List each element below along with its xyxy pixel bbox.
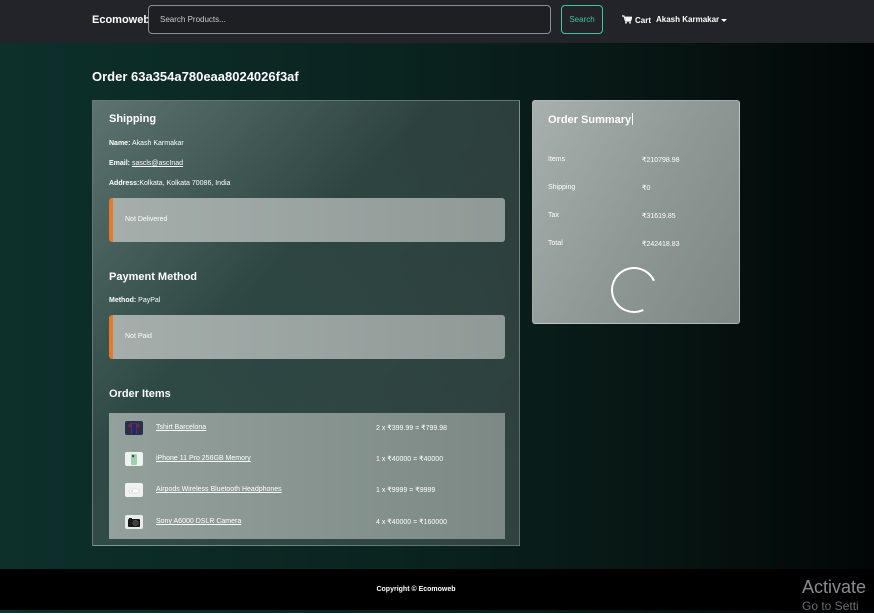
shipping-address: Address:Kolkata, Kolkata 70086, India [109,180,230,187]
activate-windows-watermark: Activate [802,577,867,597]
summary-shipping-label: Shipping [548,184,576,191]
summary-tax-value: ₹31619.85 [642,213,676,220]
email-link[interactable]: sascls@ascInad [132,160,183,167]
payment-status-alert: Not Paid [109,315,505,359]
order-summary-card: Order Summary Items ₹210798.98 Shipping … [532,100,740,324]
item-link[interactable]: Tshirt Barcelona [156,424,206,431]
address-label: Address: [109,180,140,187]
navbar: Ecomoweb Search Cart Akash Karmakar [0,0,874,43]
summary-total-label: Total [548,240,563,247]
summary-total-value: ₹242418.83 [642,241,680,248]
payment-method: Method: PayPal [109,297,160,304]
brand-link[interactable]: Ecomoweb [92,14,150,26]
delivery-status-alert: Not Delivered [109,198,505,242]
item-calculation: 4 x ₹40000 = ₹160000 [376,519,447,526]
search-input[interactable] [148,5,551,34]
shipping-title: Shipping [109,113,157,125]
name-label: Name: [109,140,131,147]
phone-icon [125,452,143,466]
payment-title: Payment Method [109,271,198,283]
cart-label: Cart [635,16,652,25]
search-button[interactable]: Search [561,5,603,34]
page-title: Order 63a354a780eaa8024026f3af [92,69,299,84]
item-link[interactable]: Sony A6000 DSLR Camera [156,518,241,525]
activate-windows-subtext: Go to Setti [802,599,859,613]
item-calculation: 2 x ₹399.99 = ₹799.98 [376,425,447,432]
list-item: Sony A6000 DSLR Camera 4 x ₹40000 = ₹160… [109,515,505,531]
text-cursor [632,113,634,125]
list-item: iPhone 11 Pro 256GB Memory 1 x ₹40000 = … [109,452,505,468]
order-summary-title: Order Summary [548,113,634,126]
item-calculation: 1 x ₹9999 = ₹9999 [376,487,436,494]
caret-down-icon [721,18,728,22]
item-calculation: 1 x ₹40000 = ₹40000 [376,456,444,463]
item-link[interactable]: Airpods Wireless Bluetooth Headphones [156,486,282,493]
order-summary-title-text: Order Summary [548,114,632,126]
loading-spinner [604,260,664,320]
copyright-text: Copyright © Ecomoweb [376,586,456,593]
cart-link[interactable]: Cart [622,15,651,26]
summary-items-value: ₹210798.98 [642,157,680,164]
list-item: Airpods Wireless Bluetooth Headphones 1 … [109,483,505,499]
list-item: Tshirt Barcelona 2 x ₹399.99 = ₹799.98 [109,421,505,437]
method-label: Method: [109,297,137,304]
order-details-card: Shipping Name: Akash Karmakar Email: sas… [92,100,520,546]
shipping-email: Email: sascls@ascInad [109,160,183,167]
cart-icon [622,15,633,26]
shipping-name: Name: Akash Karmakar [109,140,184,147]
user-name: Akash Karmakar [656,15,720,24]
method-value: PayPal [138,297,161,304]
summary-shipping-value: ₹0 [642,185,651,192]
camera-icon [125,515,143,529]
order-items-title: Order Items [109,388,171,400]
summary-tax-label: Tax [548,212,559,219]
summary-items-label: Items [548,156,566,163]
airpods-icon [125,483,143,497]
email-label: Email: [109,160,131,167]
item-link[interactable]: iPhone 11 Pro 256GB Memory [156,455,251,462]
tshirt-icon [125,421,143,435]
user-dropdown[interactable]: Akash Karmakar [656,15,728,24]
order-items-list: Tshirt Barcelona 2 x ₹399.99 = ₹799.98 i… [109,413,505,539]
name-value: Akash Karmakar [131,140,184,147]
footer: Copyright © Ecomoweb Activate Go to Sett… [0,569,874,613]
address-value: Kolkata, Kolkata 70086, India [139,180,231,187]
